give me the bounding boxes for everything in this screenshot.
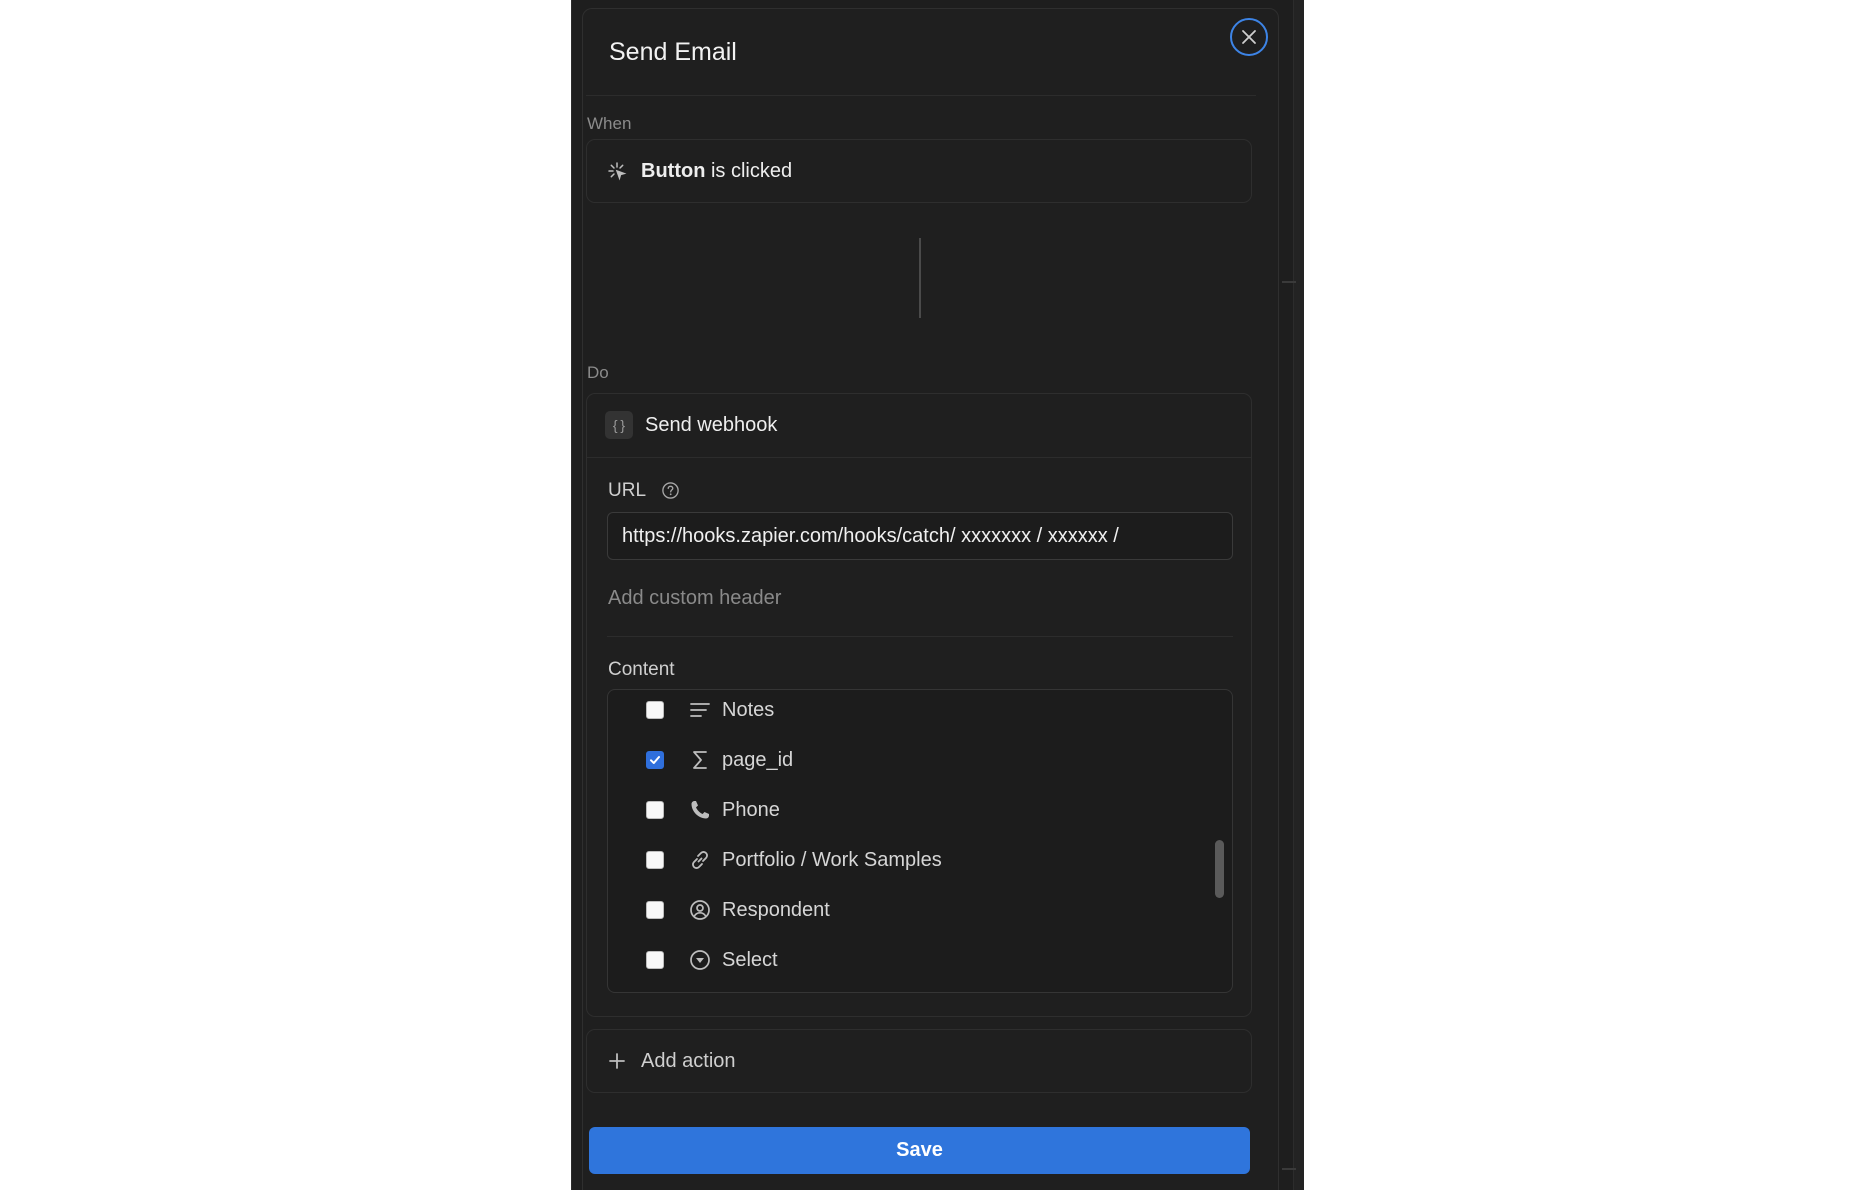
dialog-title: Send Email bbox=[609, 38, 737, 66]
action-header-divider bbox=[587, 457, 1251, 458]
list-item-label: page_id bbox=[722, 749, 794, 771]
list-item-label: Phone bbox=[722, 799, 780, 821]
checkbox-checked[interactable] bbox=[646, 751, 664, 769]
checkbox[interactable] bbox=[646, 701, 664, 719]
checkbox[interactable] bbox=[646, 851, 664, 869]
add-custom-header-link[interactable]: Add custom header bbox=[608, 586, 781, 610]
url-input[interactable]: https://hooks.zapier.com/hooks/catch/ xx… bbox=[607, 512, 1233, 560]
panel-edge bbox=[1294, 0, 1304, 1190]
checkbox[interactable] bbox=[646, 801, 664, 819]
list-item[interactable]: Respondent bbox=[608, 890, 1208, 930]
list-item-label: Select bbox=[722, 949, 778, 971]
header-divider bbox=[586, 95, 1256, 96]
url-label: URL bbox=[608, 480, 647, 501]
trigger-card[interactable]: Button is clicked bbox=[586, 139, 1252, 203]
webhook-braces-icon: { } bbox=[605, 411, 633, 439]
list-item[interactable]: Portfolio / Work Samples bbox=[608, 840, 1208, 880]
list-item-label: Respondent bbox=[722, 899, 830, 921]
checkmark-icon bbox=[650, 756, 660, 764]
sigma-icon bbox=[688, 748, 712, 772]
person-circle-icon bbox=[688, 898, 712, 922]
text-lines-icon bbox=[688, 698, 712, 722]
edge-tick bbox=[1282, 1168, 1296, 1170]
help-circle-icon[interactable] bbox=[661, 481, 680, 500]
do-label: Do bbox=[587, 363, 609, 382]
list-item[interactable]: Select bbox=[608, 940, 1208, 980]
close-button[interactable] bbox=[1230, 18, 1268, 56]
content-field-list[interactable]: Notes page_id Phone Portfolio / Work Sam… bbox=[607, 689, 1233, 993]
list-item-label: Portfolio / Work Samples bbox=[722, 849, 942, 871]
close-icon bbox=[1242, 30, 1256, 44]
list-item-label: Notes bbox=[722, 699, 775, 721]
phone-icon bbox=[688, 798, 712, 822]
add-action-button[interactable]: Add action bbox=[586, 1029, 1252, 1093]
select-circle-icon bbox=[688, 948, 712, 972]
content-divider bbox=[607, 636, 1233, 637]
click-sparkle-icon bbox=[607, 161, 627, 181]
list-item[interactable]: Phone bbox=[608, 790, 1208, 830]
edge-tick bbox=[1282, 281, 1296, 283]
plus-icon bbox=[607, 1051, 627, 1071]
save-button[interactable]: Save bbox=[589, 1127, 1250, 1174]
checkbox[interactable] bbox=[646, 901, 664, 919]
flow-connector bbox=[919, 238, 921, 318]
content-scrollbar[interactable] bbox=[1215, 840, 1224, 898]
trigger-name: Button is clicked bbox=[641, 159, 793, 182]
list-item[interactable]: page_id bbox=[608, 740, 1208, 780]
action-title: Send webhook bbox=[645, 413, 778, 436]
content-label: Content bbox=[608, 659, 675, 680]
link-icon bbox=[688, 848, 712, 872]
when-label: When bbox=[587, 114, 632, 133]
action-header[interactable]: { } Send webhook bbox=[605, 394, 777, 456]
add-action-label: Add action bbox=[641, 1049, 736, 1072]
checkbox[interactable] bbox=[646, 951, 664, 969]
list-item[interactable]: Notes bbox=[608, 690, 1208, 730]
